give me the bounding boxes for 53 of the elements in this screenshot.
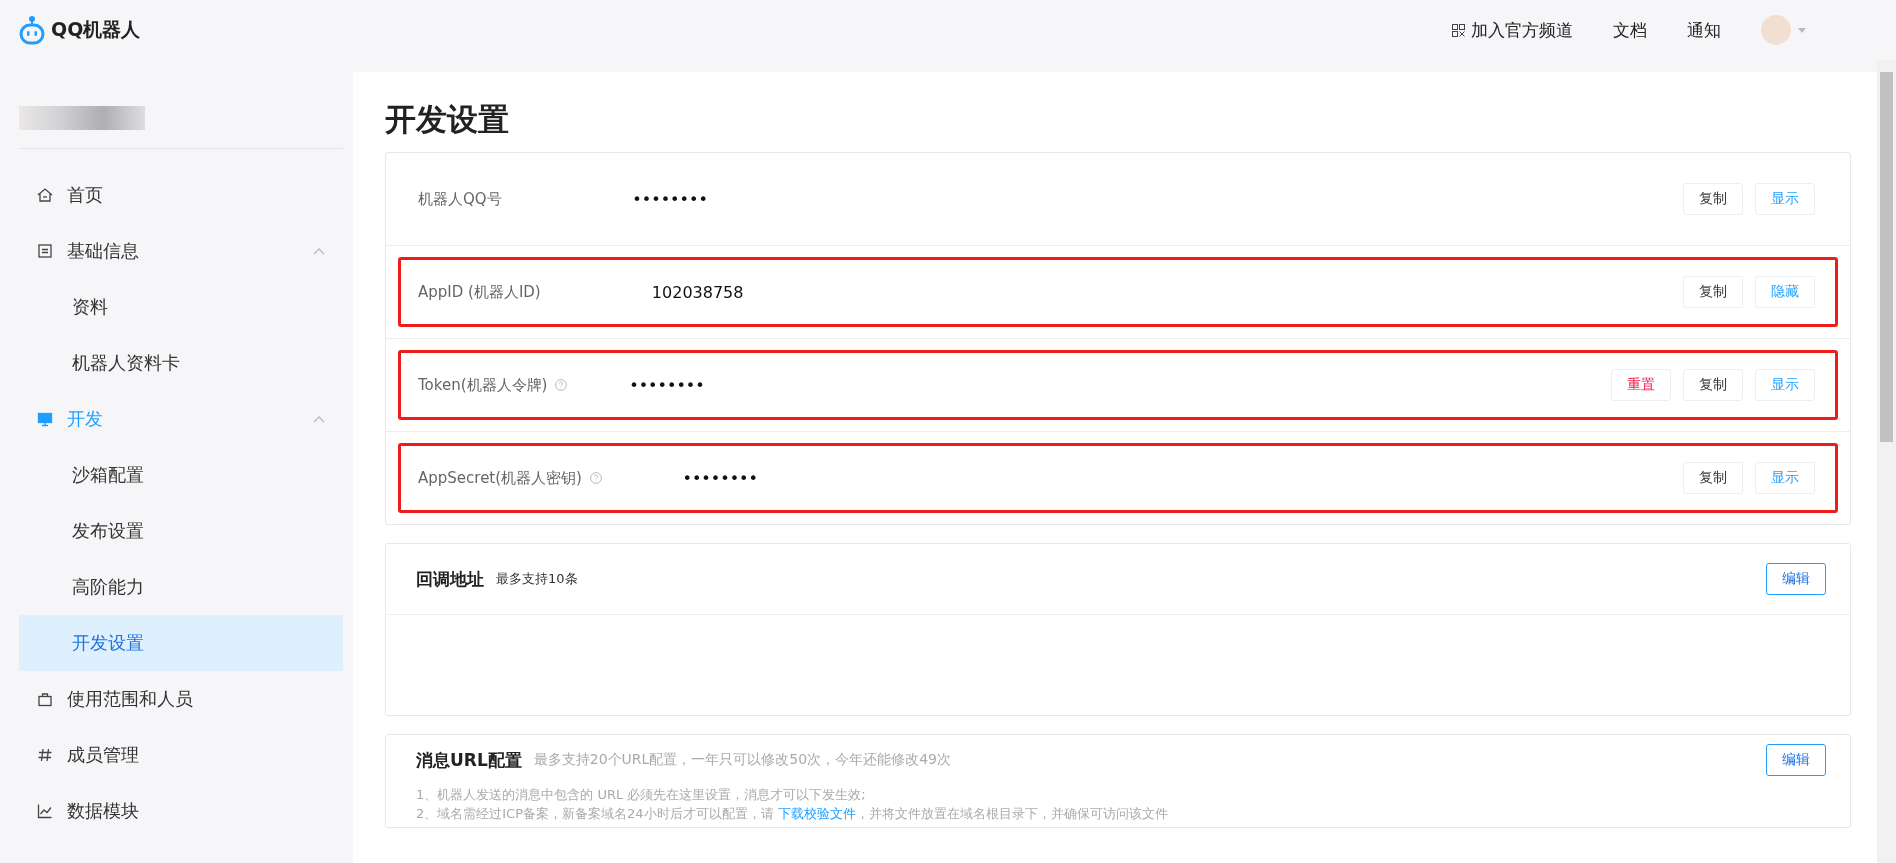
sidebar-item[interactable]: 成员管理 <box>19 727 343 783</box>
hash-icon <box>37 747 53 763</box>
sidebar-item[interactable]: 使用范围和人员 <box>19 671 343 727</box>
sidebar-subitem[interactable]: 开发设置 <box>19 615 343 671</box>
field-value: •••••••• <box>632 189 709 209</box>
scrollbar-thumb[interactable] <box>1880 72 1893 442</box>
sidebar-subitem[interactable]: 发布设置 <box>19 503 343 559</box>
instruction-text: 1、机器人发送的消息中包含的 URL 必须先在这里设置，消息才可以下发生效; <box>416 786 866 804</box>
nav-link[interactable]: 文档 <box>1613 18 1647 42</box>
page-title: 开发设置 <box>385 100 510 139</box>
sidebar-item[interactable]: 数据模块 <box>19 783 343 839</box>
copy-button[interactable]: 复制 <box>1683 183 1743 215</box>
help-icon[interactable] <box>589 472 602 484</box>
field-value: •••••••• <box>629 375 706 395</box>
edit-button[interactable]: 编辑 <box>1766 744 1826 776</box>
sidebar-subitem[interactable]: 沙箱配置 <box>19 447 343 503</box>
instruction-text: 2、域名需经过ICP备案，新备案域名24小时后才可以配置，请 下载校验文件，并将文件放置在域名根目录下，并确保可访问该文件 <box>416 805 1168 823</box>
chevron-icon[interactable] <box>313 247 325 255</box>
field-label: 机器人QQ号 <box>418 189 502 209</box>
chevron-icon[interactable] <box>313 415 325 423</box>
section-title: 消息URL配置 <box>416 748 522 772</box>
sidebar-subitem[interactable]: 资料 <box>19 279 343 335</box>
field-label: AppID (机器人ID) <box>418 282 541 302</box>
doc-icon <box>37 243 53 259</box>
nav-link[interactable]: 通知 <box>1687 18 1721 42</box>
reset-button[interactable]: 重置 <box>1611 369 1671 401</box>
sidebar-item[interactable]: 首页 <box>19 167 343 223</box>
edit-button[interactable]: 编辑 <box>1766 563 1826 595</box>
field-value: 102038758 <box>651 282 745 302</box>
section-note: 最多支持20个URL配置，一年只可以修改50次，今年还能修改49次 <box>533 751 951 769</box>
nav-link[interactable]: 加入官方频道 <box>1452 18 1573 42</box>
robot-logo-icon <box>19 15 45 45</box>
section-title: 回调地址 <box>416 567 484 591</box>
bag-icon <box>37 691 53 707</box>
home-icon <box>37 187 53 203</box>
sidebar-subitem[interactable]: 高阶能力 <box>19 559 343 615</box>
monitor-icon <box>37 411 53 427</box>
copy-button[interactable]: 复制 <box>1683 462 1743 494</box>
chart-icon <box>37 803 53 819</box>
scrollbar[interactable] <box>1877 60 1896 863</box>
avatar[interactable] <box>1761 15 1791 45</box>
logo-text: QQ机器人 <box>51 17 141 42</box>
field-label: Token(机器人令牌) <box>418 375 548 395</box>
sidebar-subitem[interactable]: 机器人资料卡 <box>19 335 343 391</box>
help-icon[interactable] <box>555 379 568 391</box>
section-note: 最多支持10条 <box>496 570 578 588</box>
copy-button[interactable]: 复制 <box>1683 276 1743 308</box>
field-label: AppSecret(机器人密钥) <box>418 468 582 488</box>
caret-icon[interactable] <box>1798 27 1806 33</box>
sidebar-item[interactable]: 基础信息 <box>19 223 343 279</box>
grid-icon <box>1452 23 1465 37</box>
field-value: •••••••• <box>682 468 759 488</box>
copy-button[interactable]: 复制 <box>1683 369 1743 401</box>
